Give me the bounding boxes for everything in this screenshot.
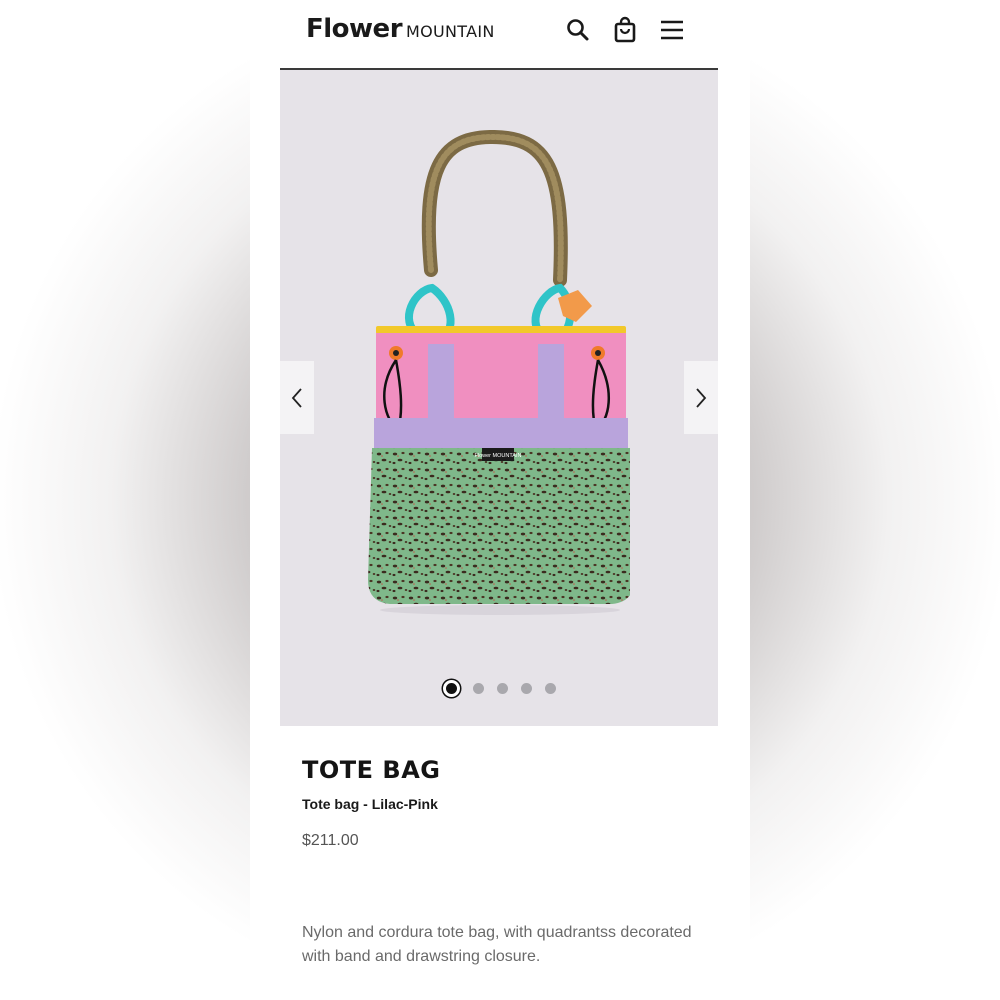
chevron-left-icon [291,387,302,408]
carousel-dot[interactable] [544,682,556,694]
product-description: Nylon and cordura tote bag, with quadran… [302,924,692,965]
brand-logo[interactable]: Flower MOUNTAIN [306,14,495,44]
carousel-dot[interactable] [496,682,508,694]
chevron-right-icon [696,387,707,408]
product-image-carousel[interactable]: Flower MOUNTAIN [280,70,718,726]
carousel-pagination [280,679,718,697]
carousel-dot[interactable] [472,682,484,694]
site-header: Flower MOUNTAIN [280,0,718,70]
menu-icon[interactable] [658,16,686,44]
carousel-next-button[interactable] [684,361,718,434]
product-subtitle: Tote bag - Lilac-Pink [302,796,438,812]
product-image: Flower MOUNTAIN [368,130,630,615]
bag-label: Flower MOUNTAIN [475,453,522,459]
search-icon[interactable] [564,16,592,44]
carousel-dot[interactable] [442,679,460,697]
carousel-prev-button[interactable] [280,361,314,434]
product-title: TOTE BAG [302,756,441,784]
logo-wordmark-primary: Flower [306,14,403,44]
carousel-dot[interactable] [520,682,532,694]
product-price: $211.00 [302,832,359,849]
shopping-bag-icon[interactable] [611,16,639,44]
mobile-page: Flower MOUNTAIN Flower MOUNTAIN TOTE BAG… [250,0,750,1000]
logo-wordmark-secondary: MOUNTAIN [406,22,495,41]
